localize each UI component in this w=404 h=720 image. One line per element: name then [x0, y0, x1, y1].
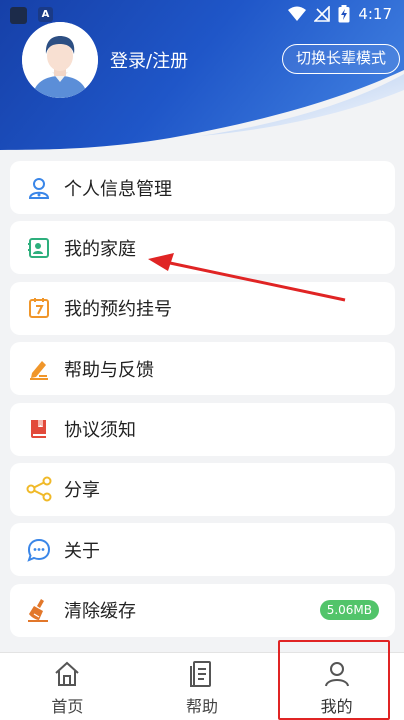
tab-label: 首页	[51, 697, 84, 716]
menu-item-agreement[interactable]: 协议须知	[10, 402, 395, 456]
chat-bubble-icon	[26, 537, 52, 563]
app-icon	[10, 7, 27, 24]
home-icon	[55, 661, 80, 686]
tab-home[interactable]: 首页	[0, 653, 135, 720]
calendar-icon	[26, 295, 52, 321]
default-user-avatar-icon	[22, 22, 98, 98]
menu-item-label: 分享	[64, 480, 100, 502]
menu-item-label: 帮助与反馈	[64, 359, 154, 381]
person-icon	[26, 175, 52, 201]
menu-item-about[interactable]: 关于	[10, 523, 395, 577]
tab-label: 帮助	[186, 697, 219, 716]
menu-item-label: 关于	[64, 540, 100, 562]
avatar[interactable]	[22, 22, 98, 98]
menu-item-label: 我的家庭	[64, 238, 136, 260]
bottom-tab-bar: 首页 帮助 我的	[0, 652, 404, 720]
book-icon	[26, 416, 52, 442]
menu-item-appointments[interactable]: 我的预约挂号	[10, 281, 395, 335]
menu-item-help-feedback[interactable]: 帮助与反馈	[10, 342, 395, 396]
user-icon	[324, 662, 349, 687]
edit-feedback-icon	[26, 356, 52, 382]
login-register-link[interactable]: 登录/注册	[110, 47, 188, 73]
tab-mine[interactable]: 我的	[269, 653, 404, 720]
tab-label: 我的	[320, 697, 353, 716]
menu-item-share[interactable]: 分享	[10, 462, 395, 516]
wifi-icon	[288, 6, 307, 21]
family-card-icon	[26, 235, 52, 261]
menu-item-label: 个人信息管理	[64, 178, 172, 200]
elder-mode-button[interactable]: 切换长辈模式	[282, 44, 400, 74]
menu-item-personal-info[interactable]: 个人信息管理	[10, 161, 395, 214]
menu-list: 个人信息管理 我的家庭 我的预约挂号 帮助与反馈 协议须知 分享 关于 清除缓存…	[10, 161, 395, 644]
menu-item-clear-cache[interactable]: 清除缓存 5.06MB	[10, 583, 395, 637]
menu-item-label: 协议须知	[64, 420, 136, 442]
menu-item-label: 清除缓存	[64, 601, 136, 623]
no-signal-icon	[314, 6, 331, 22]
share-icon	[26, 476, 52, 502]
menu-item-my-family[interactable]: 我的家庭	[10, 221, 395, 275]
cache-size-badge: 5.06MB	[319, 599, 379, 620]
broom-icon	[26, 597, 52, 623]
tab-help[interactable]: 帮助	[135, 653, 270, 720]
app-badge-icon: A	[38, 7, 53, 22]
battery-charging-icon	[338, 5, 350, 23]
document-icon	[190, 661, 211, 687]
menu-item-label: 我的预约挂号	[64, 299, 172, 321]
clock: 4:17	[358, 5, 392, 23]
